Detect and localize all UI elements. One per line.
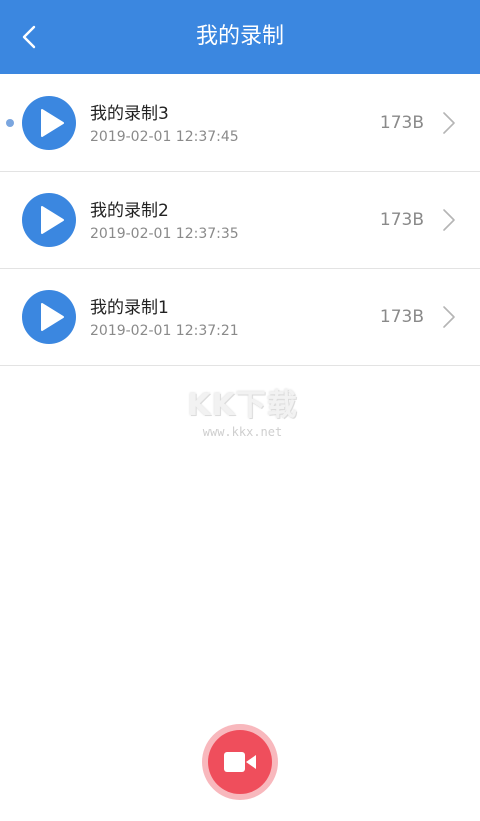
play-button[interactable] [22,96,76,150]
play-button[interactable] [22,193,76,247]
recording-name: 我的录制3 [90,104,169,124]
play-button[interactable] [22,290,76,344]
recording-list: 我的录制3 2019-02-01 12:37:45 173B 我的录制2 201… [0,75,480,366]
watermark-url: www.kkx.net [202,425,283,439]
recording-name: 我的录制2 [90,201,169,221]
chevron-right-icon [442,111,456,135]
recording-row[interactable]: 我的录制2 2019-02-01 12:37:35 173B [0,172,480,269]
record-video-button[interactable] [202,724,278,800]
recording-name: 我的录制1 [90,298,169,318]
recording-time: 2019-02-01 12:37:45 [90,129,239,145]
chevron-right-icon [442,305,456,329]
play-icon [22,96,76,150]
chevron-right-icon [442,208,456,232]
recording-row[interactable]: 我的录制3 2019-02-01 12:37:45 173B [0,75,480,172]
recording-size: 173B [379,210,424,230]
video-camera-icon [224,752,256,772]
header-bar: 我的录制 [0,0,480,74]
recordings-screen: 我的录制 我的录制3 2019-02-01 12:37:45 173B 我的录制… [0,0,480,821]
watermark-logo: KK下载 [187,388,298,423]
recording-size: 173B [379,113,424,133]
recording-row[interactable]: 我的录制1 2019-02-01 12:37:21 173B [0,269,480,366]
recording-size: 173B [379,307,424,327]
play-icon [22,193,76,247]
recording-time: 2019-02-01 12:37:21 [90,323,239,339]
page-title: 我的录制 [195,24,284,49]
new-indicator-dot [6,119,14,127]
watermark: KK下载 www.kkx.net [180,380,305,442]
record-button-inner [208,730,272,794]
play-icon [22,290,76,344]
recording-time: 2019-02-01 12:37:35 [90,226,239,242]
